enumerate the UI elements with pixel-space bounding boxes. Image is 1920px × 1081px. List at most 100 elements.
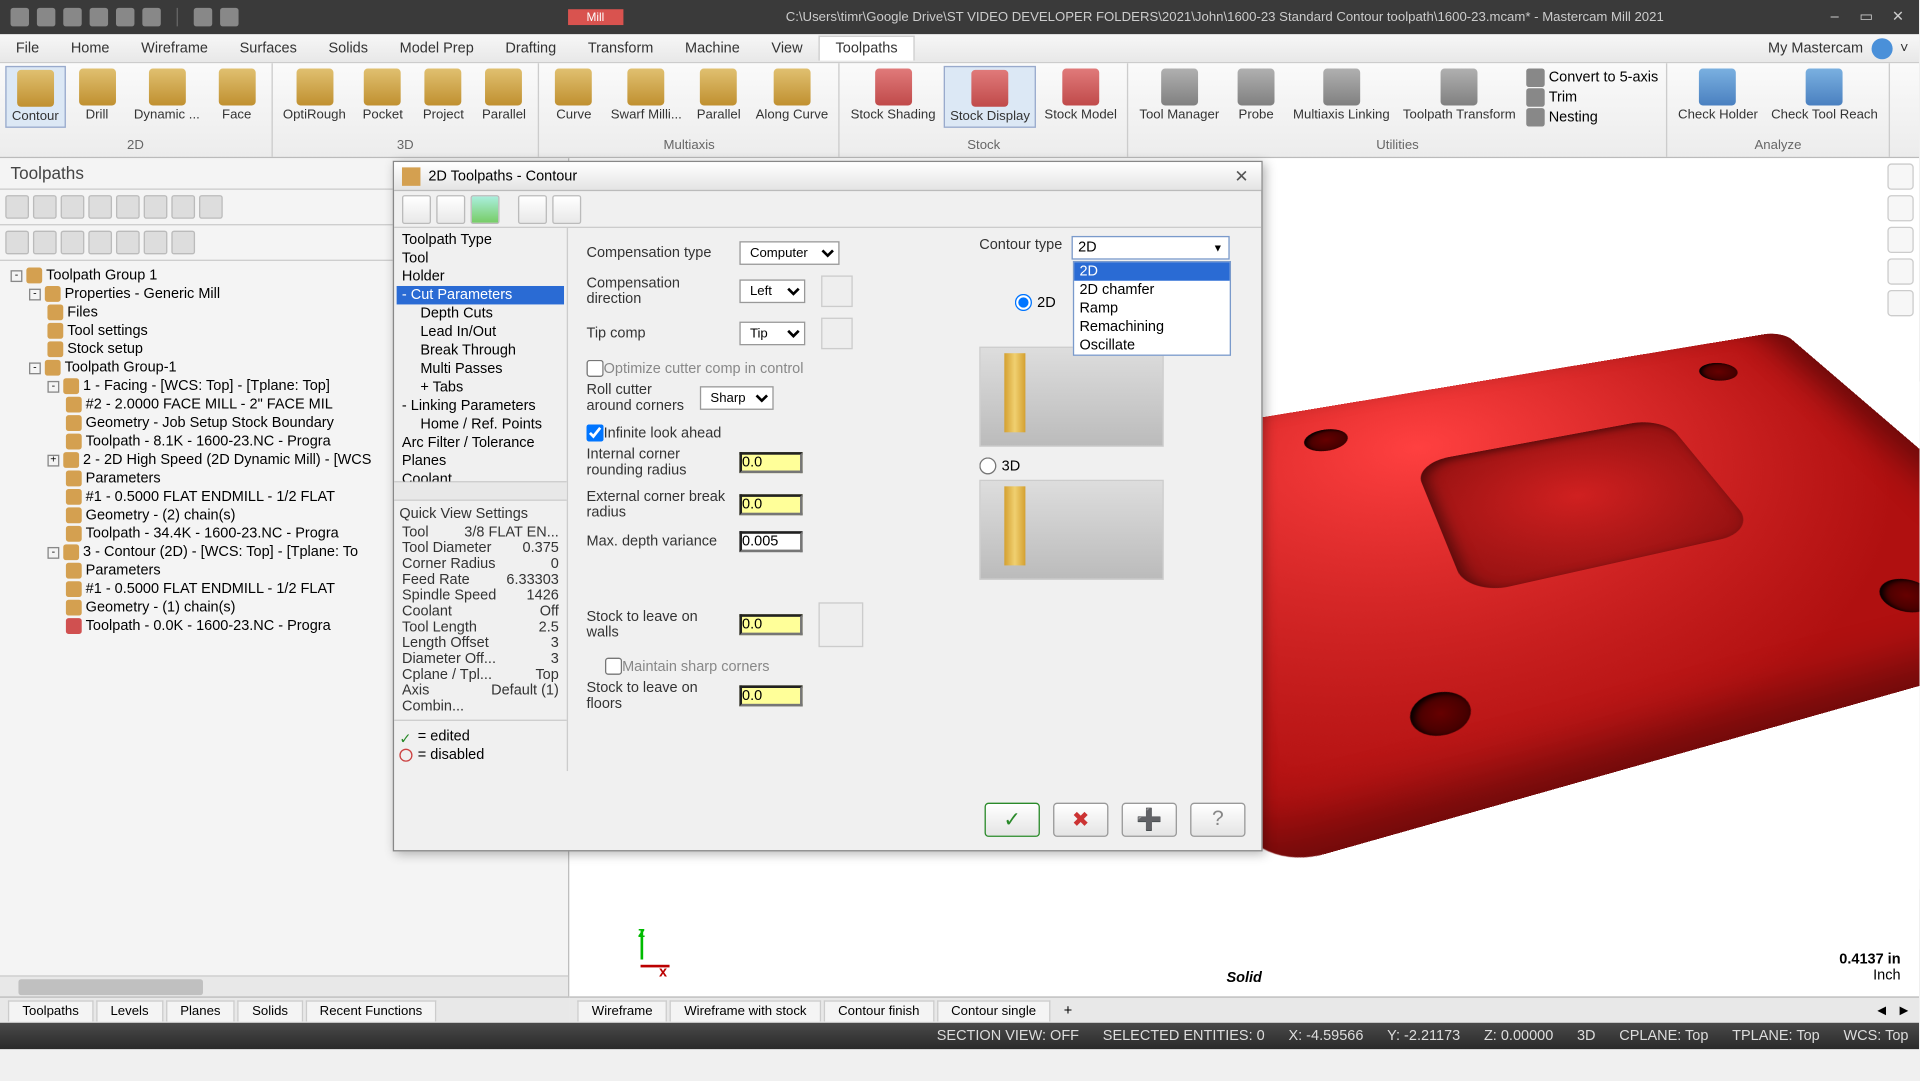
vp-tool-4[interactable]: [1887, 258, 1913, 284]
tab-contour-single[interactable]: Contour single: [937, 1000, 1051, 1021]
menu-transform[interactable]: Transform: [572, 36, 669, 60]
tab-levels[interactable]: Levels: [96, 1000, 163, 1021]
dialog-close[interactable]: ✕: [1230, 165, 1254, 186]
dlg-tool-save[interactable]: [436, 194, 465, 223]
panel-tool-1[interactable]: [5, 195, 29, 219]
ct-option-2dchamfer[interactable]: 2D chamfer: [1074, 281, 1230, 299]
status-cplane[interactable]: CPLANE: Top: [1619, 1028, 1708, 1044]
panel-tool-2[interactable]: [33, 195, 57, 219]
ok-button[interactable]: ✓: [985, 803, 1040, 837]
maximize-button[interactable]: ▭: [1858, 9, 1874, 25]
ribbon-checkholder[interactable]: Check Holder: [1673, 66, 1763, 125]
panel-tool-9[interactable]: [5, 231, 29, 255]
ct-option-ramp[interactable]: Ramp: [1074, 299, 1230, 317]
tab-nav-right[interactable]: ►: [1897, 1002, 1911, 1018]
ct-option-2d[interactable]: 2D: [1074, 262, 1230, 280]
vp-tool-3[interactable]: [1887, 227, 1913, 253]
tab-add[interactable]: +: [1053, 1000, 1083, 1021]
panel-tool-8[interactable]: [199, 195, 223, 219]
status-wcs[interactable]: WCS: Top: [1843, 1028, 1908, 1044]
panel-tool-7[interactable]: [171, 195, 195, 219]
save-icon[interactable]: [37, 8, 55, 26]
ribbon-optirough[interactable]: OptiRough: [278, 66, 352, 125]
panel-tool-6[interactable]: [144, 195, 168, 219]
vp-tool-2[interactable]: [1887, 195, 1913, 221]
dialog-tree-node[interactable]: Break Through: [397, 341, 564, 359]
dialog-tree-node[interactable]: Tool: [397, 249, 564, 267]
ribbon-contour[interactable]: Contour: [5, 66, 65, 128]
menu-solids[interactable]: Solids: [313, 36, 384, 60]
contour-type-select[interactable]: 2D▼ 2D 2D chamfer Ramp Remachining Oscil…: [1072, 236, 1230, 260]
dialog-titlebar[interactable]: 2D Toolpaths - Contour ✕: [394, 162, 1261, 191]
tab-planes[interactable]: Planes: [166, 1000, 235, 1021]
dialog-tree-node[interactable]: Coolant: [397, 471, 564, 482]
panel-tool-14[interactable]: [144, 231, 168, 255]
panel-tool-5[interactable]: [116, 195, 140, 219]
vp-tool-1[interactable]: [1887, 163, 1913, 189]
dialog-tree-node[interactable]: Holder: [397, 268, 564, 286]
dialog-tree[interactable]: Toolpath TypeToolHolder- Cut ParametersD…: [394, 228, 567, 481]
dlg-tool-delete[interactable]: [552, 194, 581, 223]
ribbon-mxlinking[interactable]: Multiaxis Linking: [1288, 66, 1395, 125]
copy-icon[interactable]: [116, 8, 134, 26]
close-button[interactable]: ✕: [1890, 9, 1906, 25]
ribbon-face[interactable]: Face: [208, 66, 266, 125]
ribbon-probe[interactable]: Probe: [1227, 66, 1285, 125]
infinite-look-check[interactable]: [587, 424, 604, 441]
dlg-tool-saveas[interactable]: [471, 194, 500, 223]
ribbon-parallel3d[interactable]: Parallel: [475, 66, 533, 125]
radio-2d[interactable]: 2D: [1015, 294, 1056, 311]
menu-modelprep[interactable]: Model Prep: [384, 36, 490, 60]
ribbon-curve[interactable]: Curve: [545, 66, 603, 125]
dialog-tree-node[interactable]: - Linking Parameters: [397, 397, 564, 415]
dialog-tree-scroll[interactable]: [394, 481, 567, 499]
panel-tool-12[interactable]: [88, 231, 112, 255]
int-radius-input[interactable]: [739, 452, 802, 473]
ribbon-toolmgr[interactable]: Tool Manager: [1134, 66, 1224, 125]
ribbon-drill[interactable]: Drill: [68, 66, 126, 125]
dialog-tree-node[interactable]: Depth Cuts: [397, 304, 564, 322]
opt-cutter-comp-check[interactable]: [587, 360, 604, 377]
menu-file[interactable]: File: [0, 36, 55, 60]
help-button[interactable]: ?: [1190, 803, 1245, 837]
vp-tool-5[interactable]: [1887, 290, 1913, 316]
comp-type-select[interactable]: Computer: [739, 241, 839, 265]
avatar-icon[interactable]: [1871, 38, 1892, 59]
menu-machine[interactable]: Machine: [669, 36, 755, 60]
ct-option-remachining[interactable]: Remachining: [1074, 318, 1230, 336]
dialog-tree-node[interactable]: + Tabs: [397, 378, 564, 396]
dialog-tree-node[interactable]: Planes: [397, 452, 564, 470]
ct-option-oscillate[interactable]: Oscillate: [1074, 336, 1230, 354]
tab-wireframe[interactable]: Wireframe: [577, 1000, 667, 1021]
ribbon-alongcurve[interactable]: Along Curve: [750, 66, 833, 125]
new-icon[interactable]: [11, 8, 29, 26]
dialog-tree-node[interactable]: Home / Ref. Points: [397, 415, 564, 433]
tab-recent[interactable]: Recent Functions: [305, 1000, 437, 1021]
ribbon-collapse-icon[interactable]: ˅: [1900, 40, 1908, 56]
menu-drafting[interactable]: Drafting: [490, 36, 572, 60]
menu-surfaces[interactable]: Surfaces: [224, 36, 313, 60]
tab-contour-finish[interactable]: Contour finish: [824, 1000, 934, 1021]
ribbon-dynamic[interactable]: Dynamic ...: [129, 66, 205, 125]
ribbon-checkreach[interactable]: Check Tool Reach: [1766, 66, 1883, 125]
panel-hscroll[interactable]: [0, 975, 568, 996]
cancel-button[interactable]: ✖: [1053, 803, 1108, 837]
open-icon[interactable]: [63, 8, 81, 26]
ribbon-parallel-mx[interactable]: Parallel: [690, 66, 748, 125]
dialog-tree-node[interactable]: Multi Passes: [397, 360, 564, 378]
tab-wireframe-stock[interactable]: Wireframe with stock: [670, 1000, 821, 1021]
tab-nav-left[interactable]: ◄: [1869, 1002, 1894, 1018]
ribbon-stockmodel[interactable]: Stock Model: [1039, 66, 1122, 125]
dialog-tree-node[interactable]: Lead In/Out: [397, 323, 564, 341]
menu-view[interactable]: View: [756, 36, 819, 60]
status-tplane[interactable]: TPLANE: Top: [1732, 1028, 1820, 1044]
tip-comp-select[interactable]: Tip: [739, 322, 805, 346]
dialog-tree-node[interactable]: Arc Filter / Tolerance: [397, 434, 564, 452]
minimize-button[interactable]: –: [1827, 9, 1843, 25]
menu-toolpaths[interactable]: Toolpaths: [818, 36, 914, 61]
panel-tool-11[interactable]: [61, 231, 85, 255]
redo-icon[interactable]: [220, 8, 238, 26]
panel-tool-10[interactable]: [33, 231, 57, 255]
add-button[interactable]: ➕: [1122, 803, 1177, 837]
account-label[interactable]: My Mastercam: [1768, 40, 1863, 56]
